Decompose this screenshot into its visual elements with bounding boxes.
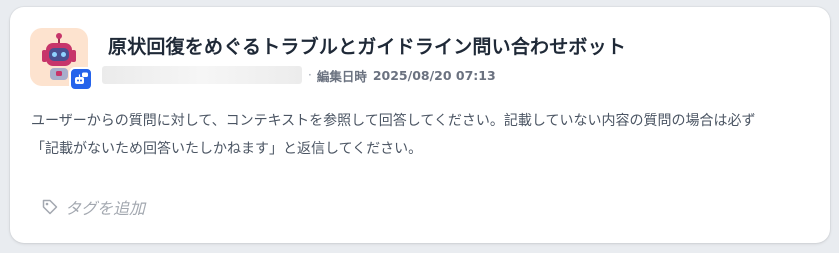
author-name-redacted <box>102 66 302 84</box>
description-line-1: ユーザーからの質問に対して、コンテキストを参照して回答してください。記載していな… <box>31 113 756 129</box>
description-line-2: 「記載がないため回答いたしかねます」と返信してください。 <box>31 141 423 157</box>
meta-separator: · <box>308 68 312 82</box>
add-tag-button[interactable]: タグを追加 <box>41 195 145 219</box>
bot-title: 原状回復をめぐるトラブルとガイドライン問い合わせボット <box>108 36 627 58</box>
edited-label: 編集日時 <box>316 68 367 84</box>
chat-bot-badge <box>69 67 93 91</box>
chat-bot-badge-icon <box>75 72 88 84</box>
tag-icon <box>42 199 58 215</box>
bot-description: ユーザーからの質問に対して、コンテキストを参照して回答してください。記載していな… <box>31 107 821 163</box>
bot-meta: · 編集日時 2025/08/20 07:13 <box>102 65 496 85</box>
add-tag-label: タグを追加 <box>65 199 146 218</box>
edited-date: 2025/08/20 07:13 <box>372 67 496 83</box>
bot-card[interactable]: 原状回復をめぐるトラブルとガイドライン問い合わせボット · 編集日時 2025/… <box>10 7 830 243</box>
